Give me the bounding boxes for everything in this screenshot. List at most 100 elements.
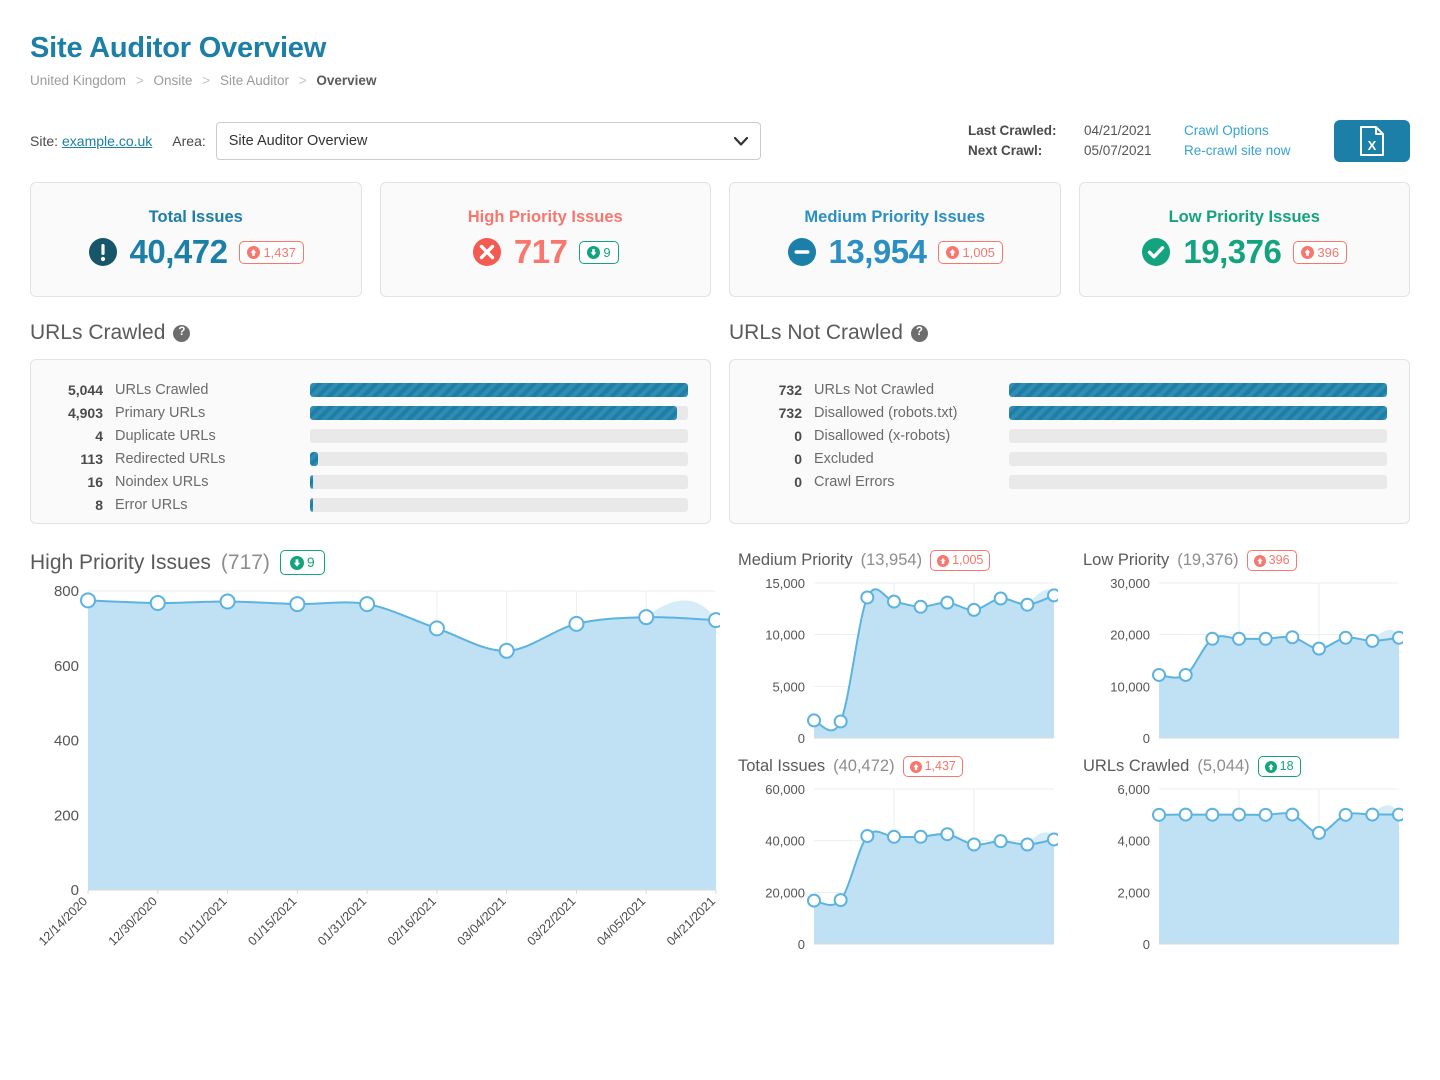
total-issues-chart[interactable]: 020,00040,00060,000: [738, 777, 1065, 952]
url-stat-label[interactable]: Disallowed (x-robots): [814, 428, 1009, 444]
kpi-card-total-issues[interactable]: Total Issues 40,472 1,437: [30, 182, 362, 297]
help-icon[interactable]: ?: [911, 325, 928, 342]
url-stat-bar-track: [1009, 475, 1387, 489]
chart-data-point[interactable]: [221, 594, 235, 608]
chart-data-point[interactable]: [995, 835, 1007, 847]
url-stat-row: 4,903Primary URLs: [53, 401, 688, 424]
urls-crawled-chart[interactable]: 02,0004,0006,000: [1083, 777, 1410, 952]
chart-delta-badge: 9: [280, 550, 325, 575]
chart-data-point[interactable]: [1313, 827, 1325, 839]
low-priority-chart[interactable]: 010,00020,00030,000: [1083, 571, 1410, 746]
url-stat-label[interactable]: Crawl Errors: [814, 474, 1009, 490]
url-stat-label[interactable]: Duplicate URLs: [115, 428, 310, 444]
chart-data-point[interactable]: [569, 617, 583, 631]
chart-data-point[interactable]: [915, 601, 927, 613]
chart-delta-value: 9: [307, 554, 315, 571]
url-stat-label[interactable]: Noindex URLs: [115, 474, 310, 490]
chart-data-point[interactable]: [915, 831, 927, 843]
chart-data-point[interactable]: [81, 593, 95, 607]
chart-data-point[interactable]: [888, 831, 900, 843]
recrawl-site-now-link[interactable]: Re-crawl site now: [1184, 141, 1304, 161]
help-icon[interactable]: ?: [173, 325, 190, 342]
chart-data-point[interactable]: [1021, 839, 1033, 851]
medium-priority-chart-block: Medium Priority (13,954) 1,005 05,00010,…: [738, 550, 1065, 746]
url-stat-label[interactable]: Excluded: [814, 451, 1009, 467]
url-stat-label[interactable]: URLs Not Crawled: [814, 382, 1009, 398]
breadcrumb-item-site-auditor[interactable]: Site Auditor: [220, 73, 289, 88]
chart-data-point[interactable]: [1048, 833, 1058, 845]
chart-data-point[interactable]: [639, 610, 653, 624]
chart-data-point[interactable]: [1260, 809, 1272, 821]
chart-data-point[interactable]: [835, 894, 847, 906]
chart-delta-value: 1,005: [952, 552, 983, 569]
chart-data-point[interactable]: [1180, 809, 1192, 821]
chart-data-point[interactable]: [430, 621, 444, 635]
chart-data-point[interactable]: [1206, 809, 1218, 821]
chart-data-point[interactable]: [861, 591, 873, 603]
chart-data-point[interactable]: [1233, 809, 1245, 821]
chart-data-point[interactable]: [968, 839, 980, 851]
url-stat-row: 732URLs Not Crawled: [752, 378, 1387, 401]
chart-data-point[interactable]: [709, 613, 720, 627]
crawl-options-link[interactable]: Crawl Options: [1184, 121, 1304, 141]
chart-data-point[interactable]: [888, 596, 900, 608]
chart-data-point[interactable]: [151, 596, 165, 610]
chart-data-point[interactable]: [1233, 633, 1245, 645]
chart-data-point[interactable]: [1366, 635, 1378, 647]
chart-data-point[interactable]: [1180, 669, 1192, 681]
chart-data-point[interactable]: [1260, 633, 1272, 645]
arrow-up-icon: [1301, 246, 1314, 259]
url-stat-label[interactable]: URLs Crawled: [115, 382, 310, 398]
chart-data-point[interactable]: [941, 828, 953, 840]
breadcrumb-item-onsite[interactable]: Onsite: [153, 73, 192, 88]
chart-data-point[interactable]: [500, 644, 514, 658]
url-stat-label[interactable]: Primary URLs: [115, 405, 310, 421]
chart-data-point[interactable]: [1340, 809, 1352, 821]
export-button[interactable]: X: [1334, 120, 1410, 162]
breadcrumb-item-country[interactable]: United Kingdom: [30, 73, 126, 88]
kpi-card-low-priority-issues[interactable]: Low Priority Issues 19,376 396: [1079, 182, 1411, 297]
url-stat-label[interactable]: Redirected URLs: [115, 451, 310, 467]
chart-data-point[interactable]: [808, 714, 820, 726]
chart-data-point[interactable]: [290, 597, 304, 611]
chart-data-point[interactable]: [941, 597, 953, 609]
chart-data-point[interactable]: [360, 597, 374, 611]
chart-data-point[interactable]: [808, 895, 820, 907]
chart-data-point[interactable]: [1206, 633, 1218, 645]
chart-data-point[interactable]: [1153, 669, 1165, 681]
chart-data-point[interactable]: [835, 715, 847, 727]
medium-priority-chart[interactable]: 05,00010,00015,000: [738, 571, 1065, 746]
y-axis-tick-label: 6,000: [1117, 782, 1150, 797]
urls-crawled-panel: 5,044URLs Crawled4,903Primary URLs4Dupli…: [30, 359, 711, 524]
chart-data-point[interactable]: [1048, 589, 1058, 601]
kpi-card-medium-priority-issues[interactable]: Medium Priority Issues 13,954 1,005: [729, 182, 1061, 297]
kpi-delta-badge: 9: [579, 241, 618, 264]
chart-data-point[interactable]: [1366, 809, 1378, 821]
chart-data-point[interactable]: [968, 604, 980, 616]
chart-data-point[interactable]: [1393, 809, 1403, 821]
chart-data-point[interactable]: [1286, 809, 1298, 821]
url-stat-label[interactable]: Error URLs: [115, 497, 310, 513]
high-priority-issues-chart[interactable]: 020040060080012/14/202012/30/202001/11/2…: [30, 575, 720, 985]
urls-crawled-chart-svg: 02,0004,0006,000: [1083, 777, 1403, 952]
chart-data-point[interactable]: [1340, 632, 1352, 644]
chart-data-point[interactable]: [1286, 631, 1298, 643]
y-axis-tick-label: 400: [54, 733, 79, 750]
chart-title: Total Issues: [738, 757, 825, 776]
arrow-up-icon: [910, 761, 922, 773]
chart-data-point[interactable]: [1021, 599, 1033, 611]
url-stat-label[interactable]: Disallowed (robots.txt): [814, 405, 1009, 421]
chart-data-point[interactable]: [1153, 809, 1165, 821]
chart-data-point[interactable]: [1313, 643, 1325, 655]
site-auditor-overview-page: Site Auditor Overview United Kingdom > O…: [0, 0, 1440, 1080]
chart-data-point[interactable]: [1393, 632, 1403, 644]
chart-data-point[interactable]: [995, 593, 1007, 605]
kpi-card-high-priority-issues[interactable]: High Priority Issues 717 9: [380, 182, 712, 297]
area-select[interactable]: Site Auditor Overview: [216, 122, 761, 160]
chart-title-value: (5,044): [1197, 757, 1249, 776]
chart-data-point[interactable]: [861, 830, 873, 842]
site-link[interactable]: example.co.uk: [62, 133, 152, 149]
arrow-up-icon: [946, 246, 959, 259]
chart-title: URLs Crawled: [1083, 757, 1189, 776]
urls-crawled-title-row: URLs Crawled ?: [30, 321, 711, 345]
